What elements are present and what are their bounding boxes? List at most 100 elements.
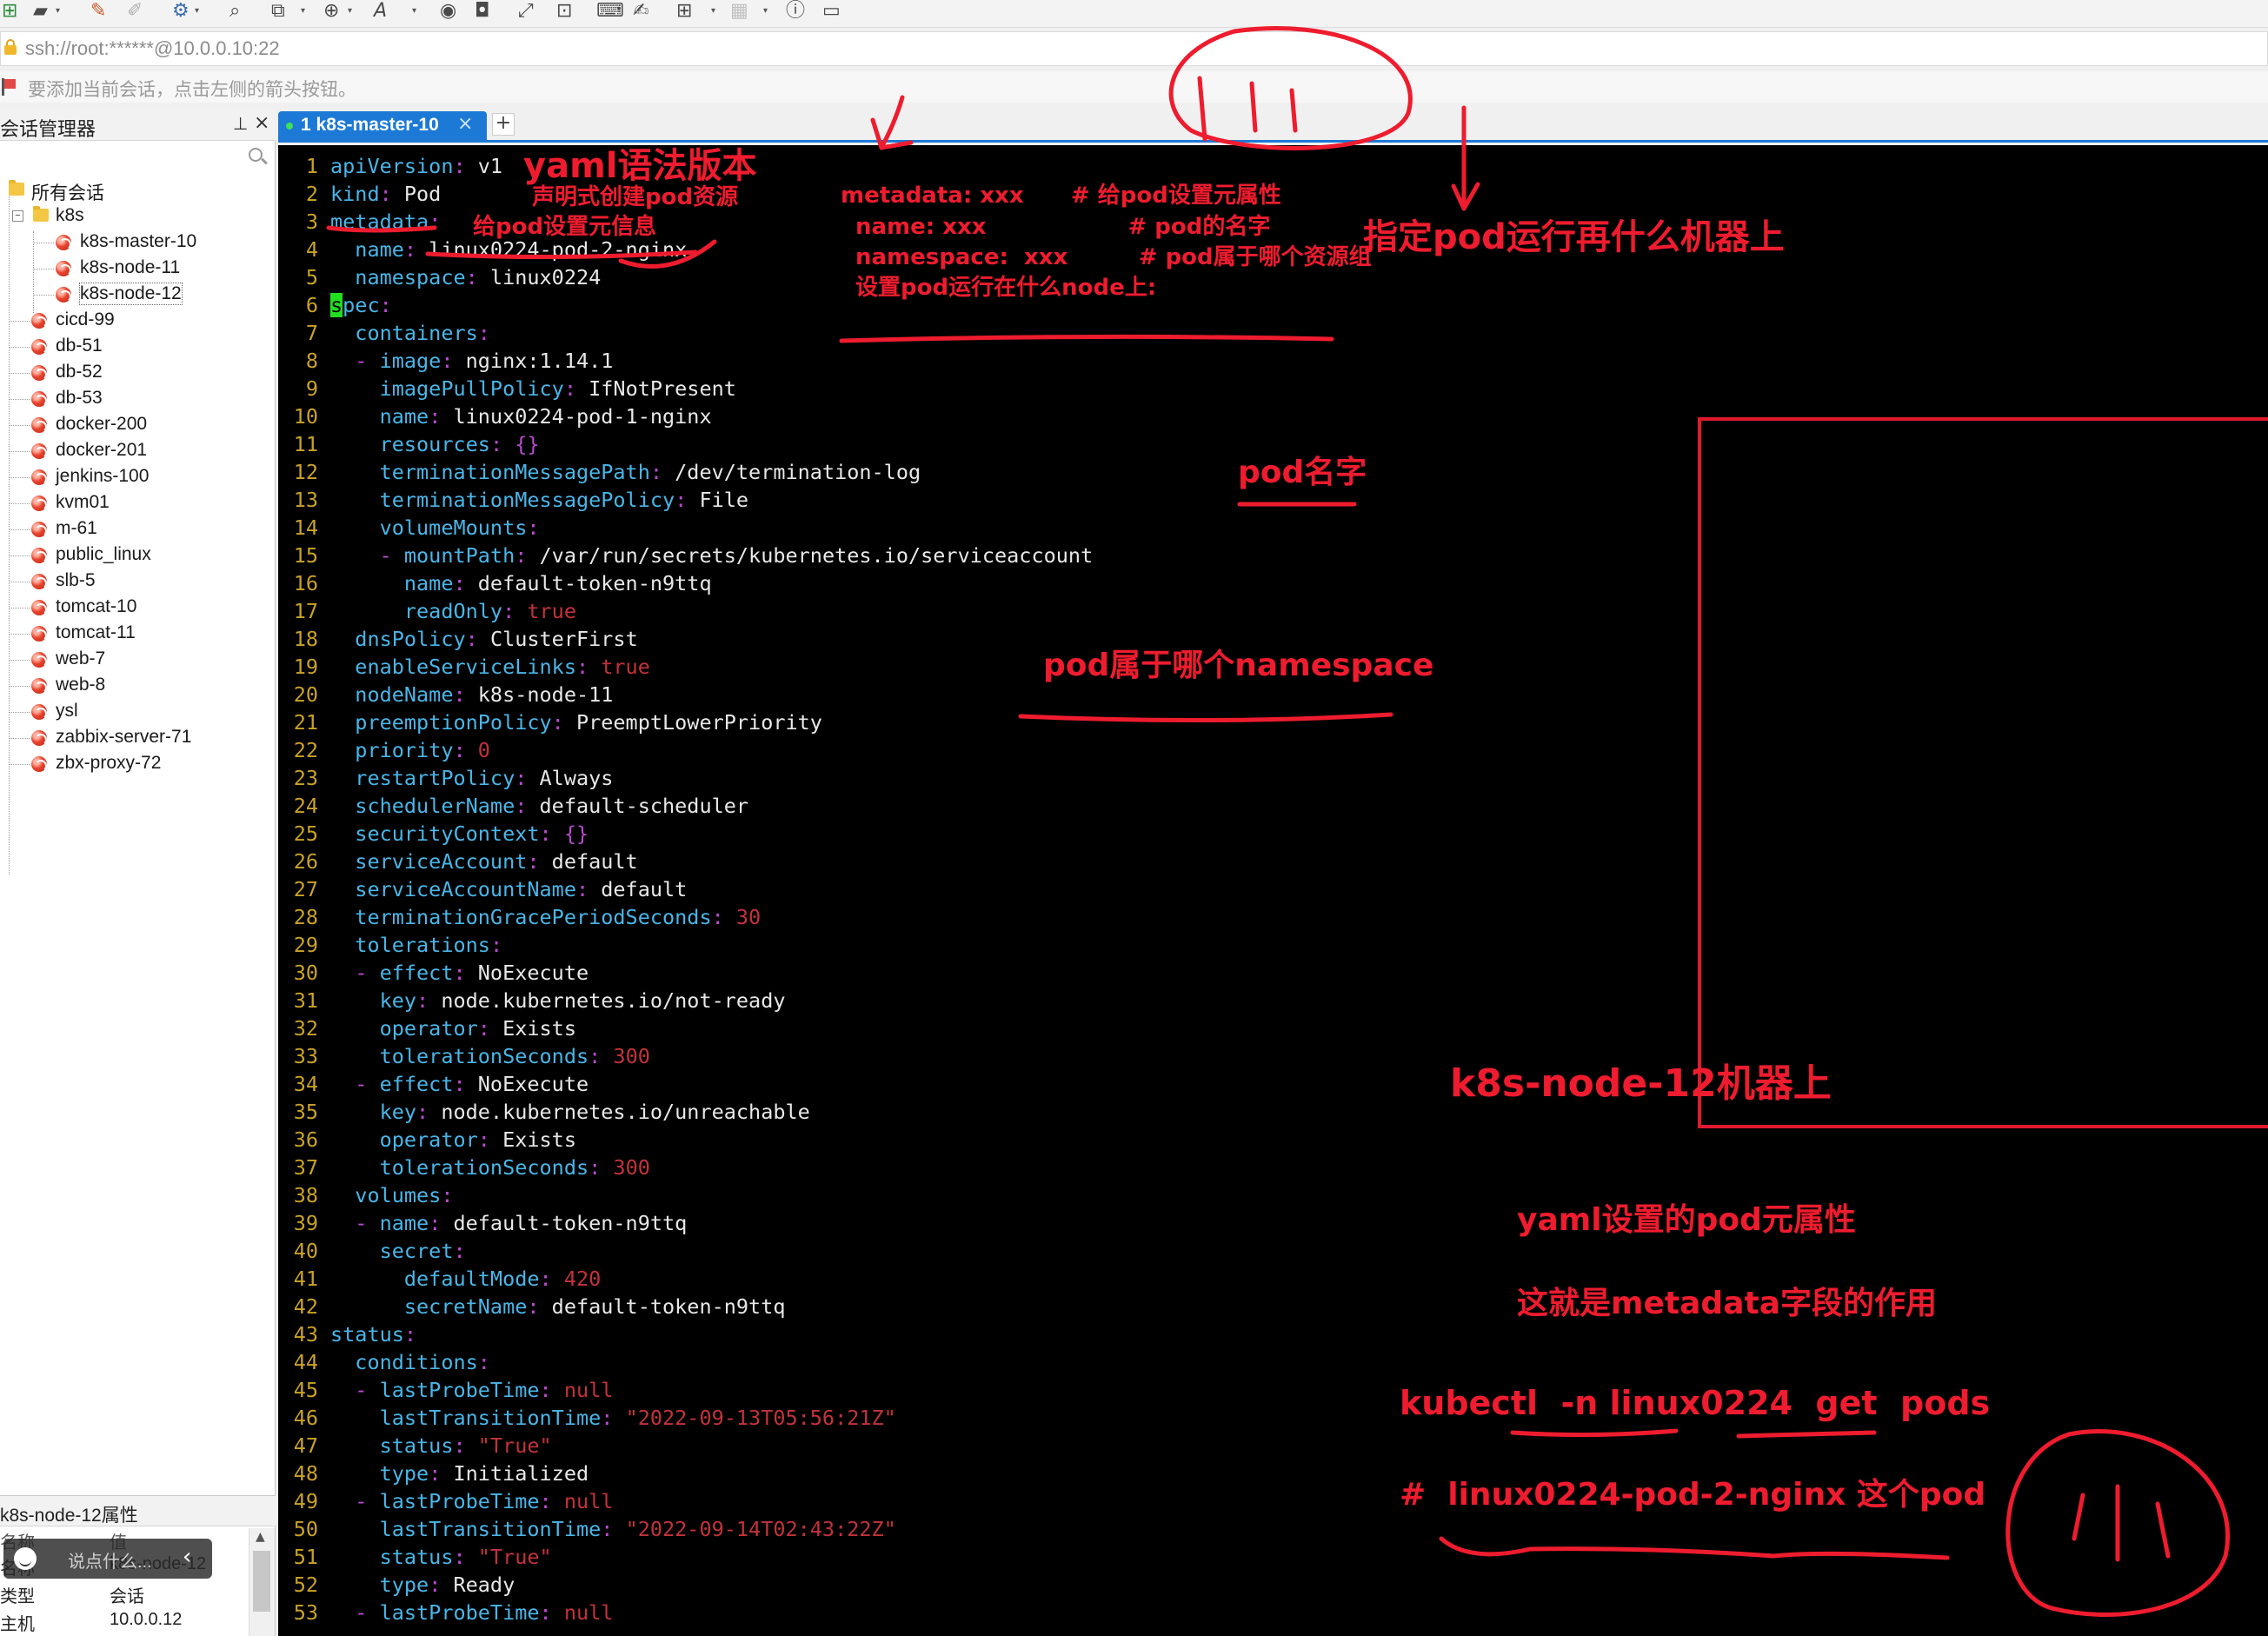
collapse-icon[interactable]: − — [12, 210, 23, 222]
address-text[interactable]: ssh://root:******@10.0.0.10:22 — [25, 37, 280, 60]
close-icon[interactable]: × — [457, 113, 473, 135]
yaml-key: securityContext — [355, 821, 540, 846]
sidebar-item-session[interactable]: tomcat-10 — [0, 595, 261, 621]
line-number: 53 — [293, 1600, 318, 1625]
session-icon — [31, 495, 47, 511]
chevron-down-icon[interactable]: ▾ — [711, 0, 715, 23]
sidebar-item-session[interactable]: k8s-node-12 — [0, 282, 261, 308]
annotation-meta-role: 这就是metadata字段的作用 — [1517, 1286, 1937, 1321]
chat-icon[interactable]: ▭ — [822, 0, 841, 24]
help-icon[interactable]: ⓘ — [786, 0, 805, 24]
chat-input-pill[interactable]: 说点什么... ‹ — [3, 1539, 212, 1579]
session-icon — [31, 313, 47, 329]
yaml-token: Exists — [502, 1127, 576, 1152]
smiley-icon[interactable] — [14, 1547, 37, 1570]
session-icon — [31, 339, 47, 355]
yaml-token — [330, 1461, 380, 1486]
transfer-icon[interactable]: ⧉ — [271, 0, 285, 24]
yaml-token: : — [539, 1489, 564, 1513]
sidebar-item-session[interactable]: db-52 — [0, 360, 261, 386]
sidebar-item-session[interactable]: docker-201 — [0, 438, 261, 464]
sidebar-item-session[interactable]: k8s-node-11 — [0, 256, 261, 282]
chevron-down-icon[interactable]: ▾ — [195, 0, 199, 23]
session-icon — [31, 626, 47, 642]
chevron-down-icon[interactable]: ▾ — [348, 0, 352, 23]
sidebar-item-session[interactable]: ysl — [0, 699, 261, 725]
fullscreen-icon[interactable]: ⤢ — [518, 0, 534, 24]
yaml-line: 49 - lastProbeTime: null — [278, 1487, 614, 1515]
font-icon[interactable]: A — [374, 0, 387, 24]
open-folder-icon[interactable]: ▰ — [33, 0, 48, 24]
sidebar-item-session[interactable]: kvm01 — [0, 490, 261, 516]
new-session-icon[interactable]: ⊞ — [2, 0, 17, 24]
keyboard-icon[interactable]: ⌨ — [596, 0, 624, 24]
sidebar-item-session[interactable]: db-53 — [0, 386, 261, 412]
yaml-token — [330, 849, 355, 874]
add-icon[interactable]: ⊞ — [676, 0, 692, 24]
sidebar-item-session[interactable]: db-51 — [0, 334, 261, 360]
sidebar-item-session[interactable]: docker-200 — [0, 412, 261, 438]
yaml-token: node.kubernetes.io/unreachable — [441, 1100, 810, 1124]
yaml-line: 13 terminationMessagePolicy: File — [278, 486, 748, 514]
edit-icon[interactable]: ✎ — [90, 0, 106, 24]
lock-icon[interactable]: ⊡ — [556, 0, 572, 24]
annotation-meta-props: yaml设置的pod元属性 — [1517, 1202, 1856, 1238]
yaml-token — [330, 933, 355, 957]
chevron-down-icon[interactable]: ▾ — [56, 0, 60, 23]
yaml-key: status — [330, 1322, 404, 1347]
sidebar-item-session[interactable]: tomcat-11 — [0, 621, 261, 647]
chevron-down-icon[interactable]: ▾ — [412, 0, 416, 23]
sidebar-item-session[interactable]: m-61 — [0, 516, 261, 542]
tab-k8s-master-10[interactable]: 1 k8s-master-10 × — [278, 111, 487, 140]
search-icon[interactable] — [249, 148, 268, 167]
yaml-line: 47 status: "True" — [278, 1432, 552, 1460]
yaml-token: 300 — [613, 1044, 650, 1068]
yaml-line: 11 resources: {} — [278, 430, 540, 458]
sidebar-item-session[interactable]: zbx-proxy-72 — [0, 751, 261, 777]
yaml-token: "2022-09-13T05:56:21Z" — [625, 1406, 896, 1430]
search-icon[interactable]: ⌕ — [229, 0, 240, 24]
chevron-down-icon[interactable]: ▾ — [763, 0, 768, 23]
scripts-icon[interactable]: ◉ — [440, 0, 456, 24]
annotation-meta-line: metadata: xxx # 给pod设置元属性 — [841, 183, 1281, 209]
address-bar[interactable]: ssh://root:******@10.0.0.10:22 — [0, 31, 2268, 66]
compose-icon[interactable]: ✍ — [633, 0, 648, 24]
sidebar-item-session[interactable]: slb-5 — [0, 569, 261, 595]
scroll-up-icon[interactable]: ▲ — [256, 1530, 265, 1544]
yaml-line: 41 defaultMode: 420 — [278, 1265, 602, 1293]
sidebar-item-session[interactable]: web-8 — [0, 673, 261, 699]
sidebar-item-session[interactable]: web-7 — [0, 647, 261, 673]
tree-root-all-sessions[interactable]: 所有会话 — [0, 177, 261, 203]
yaml-token: : — [453, 1072, 478, 1096]
tree-group-k8s[interactable]: − k8s — [0, 203, 261, 229]
add-tab-button[interactable]: + — [492, 113, 515, 136]
chevron-down-icon[interactable]: ▾ — [301, 0, 305, 23]
record-icon[interactable]: ◘ — [475, 0, 489, 24]
scroll-thumb[interactable] — [253, 1551, 270, 1612]
layout-icon[interactable]: ▦ — [730, 0, 748, 24]
session-label: docker-201 — [56, 440, 148, 460]
session-icon — [31, 548, 47, 563]
sidebar-item-session[interactable]: zabbix-server-71 — [0, 725, 261, 751]
yaml-token — [330, 766, 355, 790]
brush-icon[interactable]: ✐ — [127, 0, 143, 24]
yaml-token — [330, 710, 355, 735]
annotation-box — [1698, 417, 2268, 1128]
sidebar-item-session[interactable]: cicd-99 — [0, 308, 261, 334]
settings-icon[interactable]: ⚙ — [172, 0, 190, 24]
globe-icon[interactable]: ⊕ — [323, 0, 339, 24]
close-icon[interactable]: × — [254, 112, 269, 134]
line-number: 48 — [293, 1461, 318, 1486]
session-icon — [56, 261, 71, 276]
sidebar-item-session[interactable]: public_linux — [0, 542, 261, 569]
yaml-key: volumeMounts — [379, 515, 528, 540]
pin-icon[interactable]: ⊥ — [233, 113, 248, 134]
yaml-token: : — [416, 1100, 442, 1124]
chevron-left-icon[interactable]: ‹ — [183, 1544, 191, 1570]
session-icon — [31, 574, 47, 589]
sidebar-item-session[interactable]: k8s-master-10 — [0, 229, 261, 256]
sidebar-item-session[interactable]: jenkins-100 — [0, 464, 261, 490]
folder-icon — [33, 206, 49, 222]
add-session-flag-icon[interactable] — [2, 78, 17, 96]
properties-scrollbar[interactable]: ▲ — [249, 1528, 275, 1636]
